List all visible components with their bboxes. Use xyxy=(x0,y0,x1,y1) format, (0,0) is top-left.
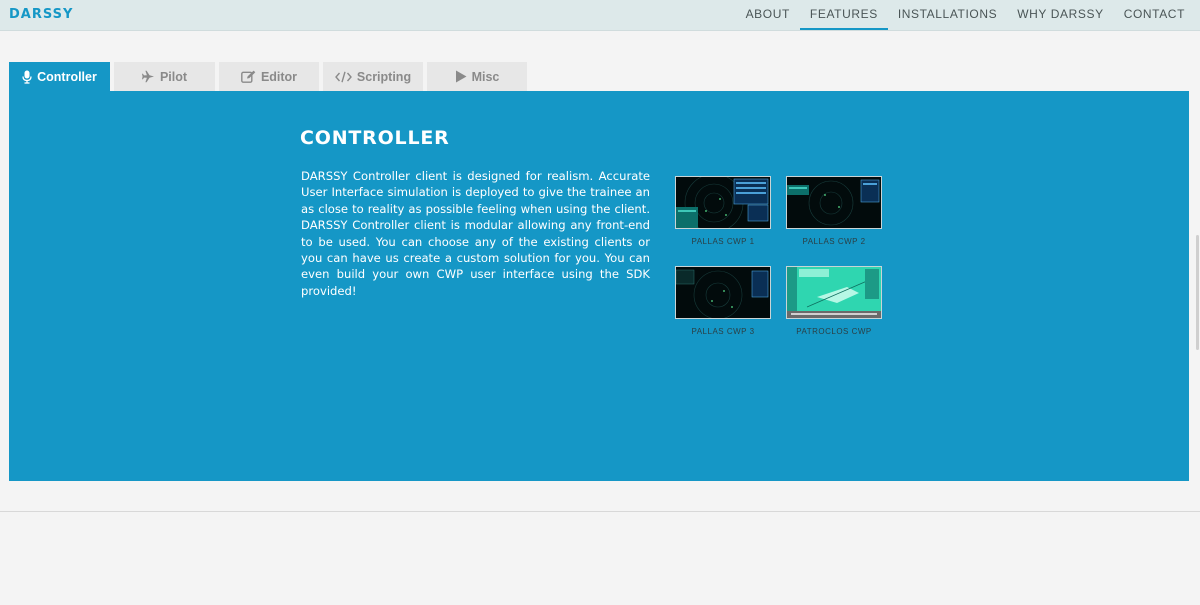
thumbnail-caption: PALLAS CWP 3 xyxy=(691,327,755,336)
page-scrollbar[interactable] xyxy=(1196,235,1199,350)
thumbnail-caption: PALLAS CWP 2 xyxy=(802,237,866,246)
nav-link-why-darssy[interactable]: WHY DARSSY xyxy=(1007,0,1113,30)
nav-link-installations[interactable]: INSTALLATIONS xyxy=(888,0,1007,30)
panel-description: DARSSY Controller client is designed for… xyxy=(301,169,650,298)
thumbnail-caption: PALLAS CWP 1 xyxy=(691,237,755,246)
nav-link-about[interactable]: ABOUT xyxy=(736,0,800,30)
tab-label: Controller xyxy=(37,69,97,84)
nav-links: ABOUT FEATURES INSTALLATIONS WHY DARSSY … xyxy=(736,0,1200,30)
thumbnail-image xyxy=(675,266,771,319)
thumbnail-image xyxy=(675,176,771,229)
nav-link-contact[interactable]: CONTACT xyxy=(1114,0,1200,30)
tab-label: Pilot xyxy=(159,69,188,84)
tab-label: Editor xyxy=(260,69,298,84)
brand-logo[interactable]: DARSSY xyxy=(9,7,73,22)
code-icon xyxy=(334,71,352,82)
radar-screen-image xyxy=(787,177,881,228)
tab-controller[interactable]: Controller xyxy=(9,62,110,91)
edit-icon xyxy=(241,70,256,83)
microphone-icon xyxy=(22,70,32,84)
radar-screen-image xyxy=(787,267,881,318)
top-navbar: DARSSY ABOUT FEATURES INSTALLATIONS WHY … xyxy=(0,0,1200,31)
nav-link-features[interactable]: FEATURES xyxy=(799,0,888,30)
tab-label: Misc xyxy=(471,69,500,84)
tab-misc[interactable]: Misc xyxy=(427,62,527,91)
radar-screen-image xyxy=(676,267,770,318)
feature-tabs: Controller Pilot Editor Scripting Misc xyxy=(9,62,531,91)
thumbnail-pallas-cwp-1[interactable]: PALLAS CWP 1 xyxy=(675,176,771,246)
play-icon xyxy=(455,70,467,83)
thumbnail-pallas-cwp-2[interactable]: PALLAS CWP 2 xyxy=(786,176,882,246)
tab-label: Scripting xyxy=(356,69,412,84)
thumbnail-image xyxy=(786,176,882,229)
radar-screen-image xyxy=(676,177,770,228)
panel-title: CONTROLLER xyxy=(300,127,450,149)
controller-panel: CONTROLLER DARSSY Controller client is d… xyxy=(9,91,1189,481)
tab-pilot[interactable]: Pilot xyxy=(114,62,215,91)
footer-divider xyxy=(0,511,1200,512)
tab-editor[interactable]: Editor xyxy=(219,62,319,91)
thumbnail-pallas-cwp-3[interactable]: PALLAS CWP 3 xyxy=(675,266,771,336)
airplane-icon xyxy=(141,70,154,83)
thumbnail-patroclos-cwp[interactable]: PATROCLOS CWP xyxy=(786,266,882,336)
tab-scripting[interactable]: Scripting xyxy=(323,62,423,91)
thumbnail-caption: PATROCLOS CWP xyxy=(796,327,872,336)
thumbnail-image xyxy=(786,266,882,319)
